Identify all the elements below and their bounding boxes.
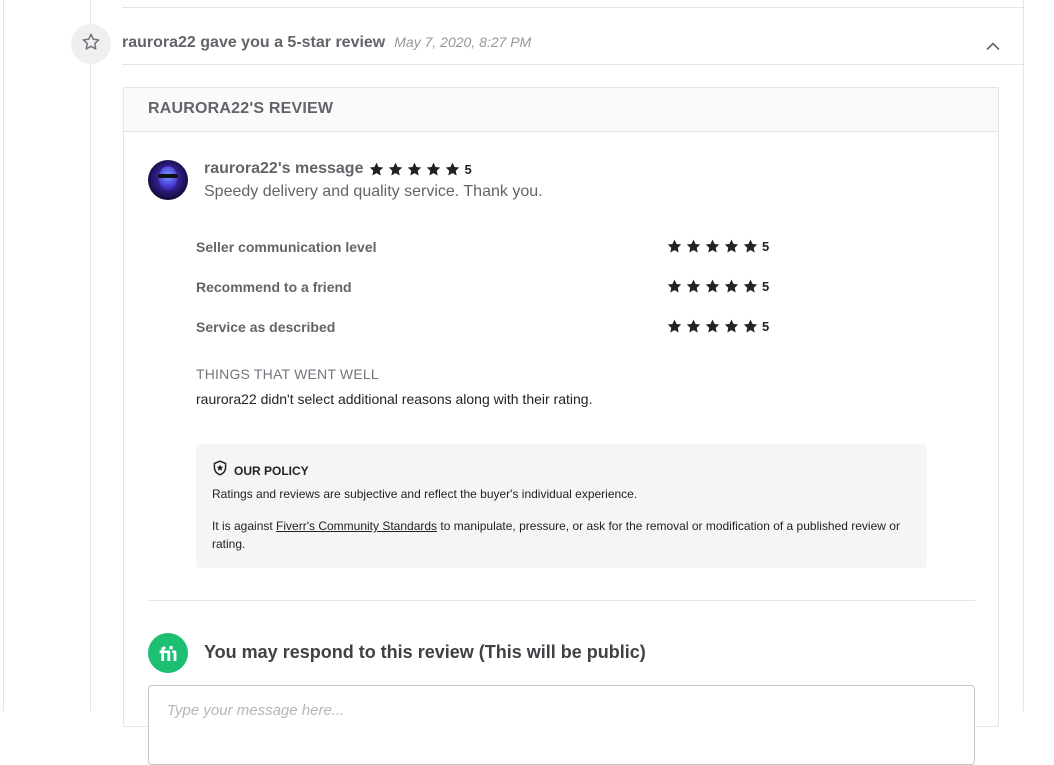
- collapse-toggle-button[interactable]: [984, 38, 1002, 56]
- top-divider: [122, 7, 1024, 8]
- criteria-label: Seller communication level: [196, 239, 377, 255]
- star-rating: [666, 318, 759, 335]
- star-icon: [368, 161, 385, 178]
- star-icon: [387, 161, 404, 178]
- star-icon: [685, 318, 702, 335]
- star-icon: [666, 238, 683, 255]
- community-standards-link[interactable]: Fiverr's Community Standards: [276, 519, 437, 533]
- criteria-label: Recommend to a friend: [196, 279, 352, 295]
- review-message: Speedy delivery and quality service. Tha…: [204, 183, 543, 200]
- criteria-row: Recommend to a friend 5: [196, 278, 776, 298]
- event-timestamp: May 7, 2020, 8:27 PM: [394, 34, 532, 50]
- message-header: raurora22's message 5: [204, 159, 472, 179]
- criteria-rating-value: 5: [762, 319, 770, 334]
- respond-title: You may respond to this review (This wil…: [204, 642, 646, 662]
- star-icon: [742, 278, 759, 295]
- star-outline-icon: [81, 32, 101, 57]
- star-icon: [704, 238, 721, 255]
- star-icon: [444, 161, 461, 178]
- star-icon: [723, 278, 740, 295]
- header-divider: [122, 64, 1024, 65]
- policy-text-standards: It is against Fiverr's Community Standar…: [212, 517, 917, 553]
- criteria-stars: 5: [666, 318, 769, 335]
- event-icon-badge: [71, 24, 111, 64]
- policy-header: OUR POLICY: [212, 460, 309, 481]
- star-icon: [704, 318, 721, 335]
- things-went-well-title: THINGS THAT WENT WELL: [196, 366, 379, 382]
- policy-text-before: It is against: [212, 519, 277, 533]
- section-divider: [148, 600, 975, 601]
- star-icon: [742, 318, 759, 335]
- buyer-avatar[interactable]: [148, 160, 188, 200]
- criteria-row: Seller communication level 5: [196, 238, 776, 258]
- star-icon: [425, 161, 442, 178]
- star-icon: [685, 278, 702, 295]
- frame-left-border: [3, 0, 4, 711]
- review-card: RAURORA22'S REVIEW raurora22's message 5…: [123, 87, 999, 765]
- event-header: raurora22 gave you a 5-star review May 7…: [122, 34, 531, 54]
- star-rating: [666, 238, 759, 255]
- criteria-stars: 5: [666, 278, 769, 295]
- shield-star-icon: [212, 460, 228, 481]
- message-author: raurora22's message: [204, 160, 364, 177]
- criteria-label: Service as described: [196, 319, 336, 335]
- star-icon: [685, 238, 702, 255]
- star-icon: [723, 318, 740, 335]
- timeline-line: [90, 0, 91, 711]
- star-icon: [666, 278, 683, 295]
- criteria-row: Service as described 5: [196, 318, 776, 338]
- frame-right-border: [1023, 0, 1024, 711]
- policy-text: Ratings and reviews are subjective and r…: [212, 487, 638, 501]
- review-response-input[interactable]: [148, 685, 975, 765]
- review-card-title: RAURORA22'S REVIEW: [148, 100, 334, 117]
- overall-star-rating: [368, 161, 461, 178]
- criteria-stars: 5: [666, 238, 769, 255]
- things-went-well-text: raurora22 didn't select additional reaso…: [196, 391, 593, 407]
- star-icon: [406, 161, 423, 178]
- star-icon: [666, 318, 683, 335]
- policy-title: OUR POLICY: [234, 463, 309, 478]
- chevron-up-icon: [986, 38, 1000, 56]
- star-icon: [704, 278, 721, 295]
- fiverr-logo-icon: [148, 633, 188, 673]
- event-title: raurora22 gave you a 5-star review: [122, 34, 386, 51]
- criteria-rating-value: 5: [762, 279, 770, 294]
- review-card-header: RAURORA22'S REVIEW: [124, 88, 998, 132]
- star-icon: [723, 238, 740, 255]
- star-rating: [666, 278, 759, 295]
- star-icon: [742, 238, 759, 255]
- policy-box: OUR POLICY Ratings and reviews are subje…: [196, 444, 927, 568]
- overall-rating-value: 5: [464, 161, 472, 177]
- criteria-rating-value: 5: [762, 239, 770, 254]
